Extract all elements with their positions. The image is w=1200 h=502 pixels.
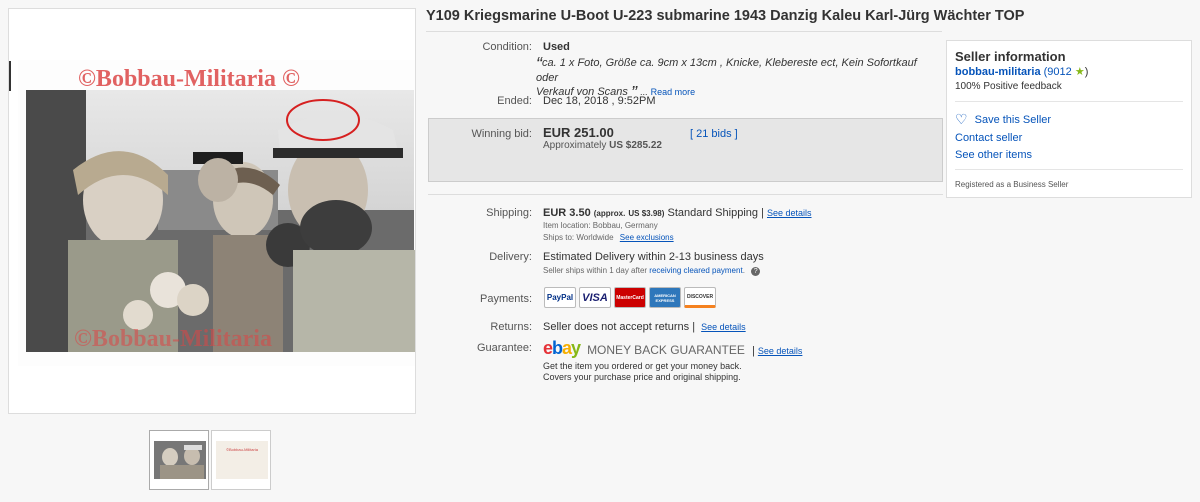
main-photo[interactable]: ©Bobbau-Militaria © ©Bobbau-Militaria: [18, 60, 415, 366]
winning-bid-amount: EUR 251.00: [543, 125, 614, 140]
thumbnail-1[interactable]: [149, 430, 209, 490]
discover-icon: DISCOVER: [684, 287, 716, 308]
help-icon[interactable]: ?: [751, 267, 761, 276]
title-divider: [426, 31, 942, 32]
delivery-value: Estimated Delivery within 2-13 business …: [543, 251, 764, 263]
guarantee-line: ebay MONEY BACK GUARANTEE | See details: [543, 338, 802, 359]
guarantee-text: Get the item you ordered or get your mon…: [543, 361, 742, 383]
paypal-icon: PayPal: [544, 287, 576, 308]
delivery-label: Delivery:: [489, 251, 532, 263]
payments-label: Payments:: [480, 293, 532, 305]
visa-icon: VISA: [579, 287, 611, 308]
condition-label: Condition:: [482, 41, 532, 53]
ebay-logo-b: b: [552, 338, 563, 358]
returns-see-details-link[interactable]: See details: [701, 322, 746, 332]
see-other-items-link[interactable]: See other items: [955, 149, 1032, 161]
shipping-line: EUR 3.50 (approx. US $3.98) Standard Shi…: [543, 207, 812, 219]
condition-value: Used: [543, 41, 570, 53]
guarantee-label: Guarantee:: [476, 342, 532, 354]
thumbnail-2-watermark: ©Bobbau-Militaria: [226, 447, 258, 452]
ended-value: Dec 18, 2018 , 9:52PM: [543, 95, 656, 107]
seller-score-link[interactable]: (9012: [1044, 66, 1072, 78]
delivery-note: Seller ships within 1 day after receivin…: [543, 266, 761, 276]
mastercard-icon: MasterCard: [614, 287, 646, 308]
thumbnail-2[interactable]: ©Bobbau-Militaria: [211, 430, 271, 490]
heart-icon: ♡: [955, 111, 968, 127]
guarantee-line2: Covers your purchase price and original …: [543, 372, 741, 382]
thumbnail-1-image: [154, 441, 206, 479]
seller-divider-2: [955, 169, 1183, 170]
seller-name-line: bobbau-militaria (9012 ★): [955, 65, 1088, 78]
read-more-link[interactable]: Read more: [651, 87, 696, 97]
save-seller-link[interactable]: Save this Seller: [975, 114, 1051, 126]
delivery-note-prefix: Seller ships within 1 day after: [543, 266, 648, 275]
photo-edge-mark: [9, 61, 11, 91]
score-close: ): [1084, 66, 1089, 78]
shipping-method: Standard Shipping |: [667, 207, 764, 219]
condition-description: “ca. 1 x Foto, Größe ca. 9cm x 13cm , Kn…: [536, 55, 936, 102]
contact-seller-link[interactable]: Contact seller: [955, 132, 1022, 144]
returns-label: Returns:: [490, 321, 532, 333]
approx-price: Approximately US $285.22: [543, 140, 662, 151]
ships-to: Ships to: Worldwide: [543, 233, 614, 242]
ships-to-line: Ships to: Worldwide See exclusions: [543, 233, 674, 242]
cleared-payment-link[interactable]: receiving cleared payment: [649, 266, 742, 275]
watermark-top: ©Bobbau-Militaria ©: [78, 66, 300, 92]
ebay-logo: ebay: [543, 338, 584, 358]
shipping-approx: (approx.: [593, 209, 626, 218]
condition-desc-line1: ca. 1 x Foto, Größe ca. 9cm x 13cm , Kni…: [536, 57, 917, 84]
amex-icon: AMERICAN EXPRESS: [649, 287, 681, 308]
seller-name-link[interactable]: bobbau-militaria: [955, 66, 1041, 78]
shipping-label: Shipping:: [486, 207, 532, 219]
positive-feedback: 100% Positive feedback: [955, 81, 1062, 92]
approx-value: US $285.22: [609, 140, 662, 151]
money-back-guarantee: MONEY BACK GUARANTEE: [587, 343, 745, 357]
image-gallery: ©Bobbau-Militaria © ©Bobbau-Militaria: [8, 8, 416, 414]
approx-prefix: Approximately: [543, 140, 607, 151]
guarantee-see-details-link[interactable]: See details: [758, 346, 803, 356]
item-title: Y109 Kriegsmarine U-Boot U-223 submarine…: [426, 8, 1025, 24]
delivery-note-suffix: .: [742, 266, 745, 275]
seller-divider-1: [955, 101, 1183, 102]
guarantee-line1: Get the item you ordered or get your mon…: [543, 361, 742, 371]
ebay-logo-a: a: [562, 338, 572, 358]
ebay-logo-e: e: [543, 338, 553, 358]
winning-bid-label: Winning bid:: [471, 128, 532, 140]
business-seller-note: Registered as a Business Seller: [955, 180, 1069, 189]
seller-info-panel: Seller information bobbau-militaria (901…: [946, 40, 1192, 198]
watermark-bottom: ©Bobbau-Militaria: [74, 326, 272, 352]
star-icon: ★: [1074, 66, 1085, 78]
section-divider: [428, 194, 943, 195]
see-exclusions-link[interactable]: See exclusions: [620, 233, 674, 242]
item-location: Item location: Bobbau, Germany: [543, 221, 658, 230]
photo-image: [18, 60, 415, 366]
shipping-amount: EUR 3.50: [543, 207, 591, 219]
guarantee-separator: |: [751, 345, 755, 357]
seller-heading: Seller information: [955, 49, 1066, 64]
returns-line: Seller does not accept returns | See det…: [543, 321, 746, 333]
ebay-logo-y: y: [571, 338, 581, 358]
ended-label: Ended:: [497, 95, 532, 107]
shipping-approx-value: US $3.98): [628, 209, 665, 218]
bid-history-link[interactable]: [ 21 bids ]: [690, 128, 738, 140]
returns-value: Seller does not accept returns |: [543, 321, 696, 333]
save-seller-row[interactable]: ♡ Save this Seller: [955, 111, 1051, 128]
shipping-see-details-link[interactable]: See details: [767, 208, 812, 218]
thumbnail-strip: ©Bobbau-Militaria: [149, 430, 271, 490]
